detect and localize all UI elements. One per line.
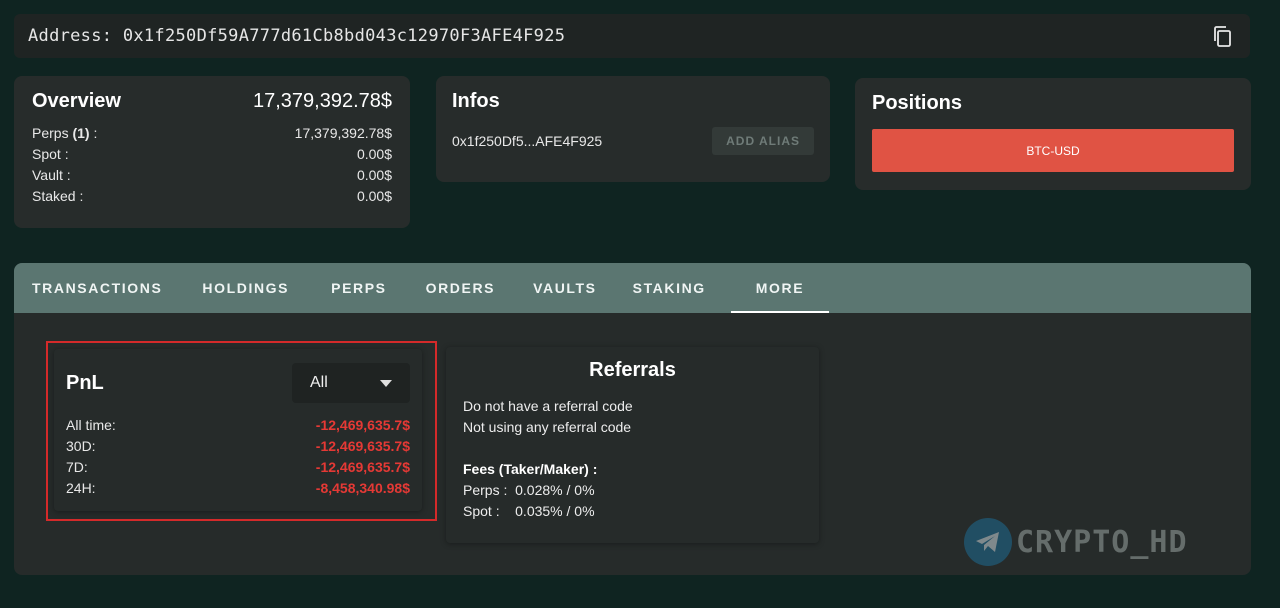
- pnl-highlight-box: PnL All All time: -12,469,635.7$ 30D: -1…: [46, 341, 437, 521]
- telegram-icon: [964, 518, 1012, 566]
- tabs-panel: TRANSACTIONS HOLDINGS PERPS ORDERS VAULT…: [14, 263, 1251, 575]
- overview-row-spot: Spot : 0.00$: [32, 144, 392, 165]
- perps-fees: Perps : 0.028% / 0%: [463, 482, 595, 498]
- overview-row-label: Vault :: [32, 167, 71, 183]
- referrals-title: Referrals: [589, 359, 676, 381]
- caret-down-icon: [380, 374, 392, 392]
- tab-more[interactable]: MORE: [730, 263, 830, 313]
- tab-holdings[interactable]: HOLDINGS: [180, 263, 311, 313]
- overview-row-value: 0.00$: [356, 146, 392, 162]
- tab-transactions[interactable]: TRANSACTIONS: [14, 263, 180, 313]
- pnl-period-select[interactable]: All: [292, 363, 410, 403]
- add-alias-button[interactable]: ADD ALIAS: [712, 127, 814, 155]
- overview-row-value: 17,379,392.78$: [294, 125, 392, 141]
- tab-orders[interactable]: ORDERS: [407, 263, 515, 313]
- copy-icon[interactable]: [1210, 24, 1234, 48]
- overview-row-staked: Staked : 0.00$: [32, 186, 392, 207]
- wallet-address[interactable]: 0x1f250Df59A777d61Cb8bd043c12970F3AFE4F9…: [123, 26, 565, 46]
- pnl-row-value: -12,469,635.7$: [315, 438, 410, 454]
- overview-row-label: Perps (1) :: [32, 125, 98, 141]
- overview-row-vault: Vault : 0.00$: [32, 165, 392, 186]
- tab-bar: TRANSACTIONS HOLDINGS PERPS ORDERS VAULT…: [14, 263, 1251, 313]
- overview-total: 17,379,392.78$: [252, 90, 392, 112]
- positions-card: Positions BTC-USD: [855, 78, 1251, 190]
- fees-label: Fees (Taker/Maker) :: [463, 461, 598, 477]
- watermark: CRYPTO_HD: [964, 518, 1188, 566]
- pnl-row-value: -12,469,635.7$: [315, 417, 410, 433]
- pnl-row-label: 30D:: [66, 438, 96, 454]
- pnl-row-24h: 24H: -8,458,340.98$: [66, 478, 410, 499]
- short-address: 0x1f250Df5...AFE4F925: [452, 133, 603, 149]
- tab-vaults[interactable]: VAULTS: [514, 263, 616, 313]
- pnl-row-30d: 30D: -12,469,635.7$: [66, 436, 410, 457]
- address-bar: Address: 0x1f250Df59A777d61Cb8bd043c1297…: [14, 14, 1250, 58]
- pnl-row-label: 24H:: [66, 480, 96, 496]
- pnl-row-label: 7D:: [66, 459, 88, 475]
- overview-row-perps: Perps (1) : 17,379,392.78$: [32, 123, 392, 144]
- pnl-row-7d: 7D: -12,469,635.7$: [66, 457, 410, 478]
- pnl-title: PnL: [66, 371, 104, 394]
- positions-title: Positions: [872, 92, 963, 114]
- overview-row-label: Spot :: [32, 146, 69, 162]
- position-btc-usd-button[interactable]: BTC-USD: [872, 129, 1234, 172]
- overview-card: Overview 17,379,392.78$ Perps (1) : 17,3…: [14, 76, 410, 228]
- tab-staking[interactable]: STAKING: [616, 263, 723, 313]
- infos-title: Infos: [452, 90, 500, 112]
- referrals-card: Referrals Do not have a referral code No…: [446, 347, 819, 543]
- pnl-row-value: -8,458,340.98$: [315, 480, 410, 496]
- pnl-row-label: All time:: [66, 417, 116, 433]
- address-label: Address: 0x1f250Df59A777d61Cb8bd043c1297…: [28, 26, 565, 46]
- address-label-text: Address:: [28, 26, 113, 46]
- overview-row-value: 0.00$: [356, 188, 392, 204]
- overview-row-label: Staked :: [32, 188, 84, 204]
- watermark-text: CRYPTO_HD: [1016, 524, 1188, 560]
- referral-status-using: Not using any referral code: [463, 419, 632, 435]
- pnl-row-value: -12,469,635.7$: [315, 459, 410, 475]
- pnl-card: PnL All All time: -12,469,635.7$ 30D: -1…: [54, 349, 422, 511]
- infos-card: Infos 0x1f250Df5...AFE4F925 ADD ALIAS: [436, 76, 830, 182]
- overview-title: Overview: [32, 90, 121, 112]
- tab-perps[interactable]: PERPS: [311, 263, 406, 313]
- pnl-select-value: All: [310, 374, 328, 391]
- spot-fees: Spot : 0.035% / 0%: [463, 503, 595, 519]
- pnl-row-all-time: All time: -12,469,635.7$: [66, 415, 410, 436]
- referral-status-own: Do not have a referral code: [463, 398, 633, 414]
- overview-row-value: 0.00$: [356, 167, 392, 183]
